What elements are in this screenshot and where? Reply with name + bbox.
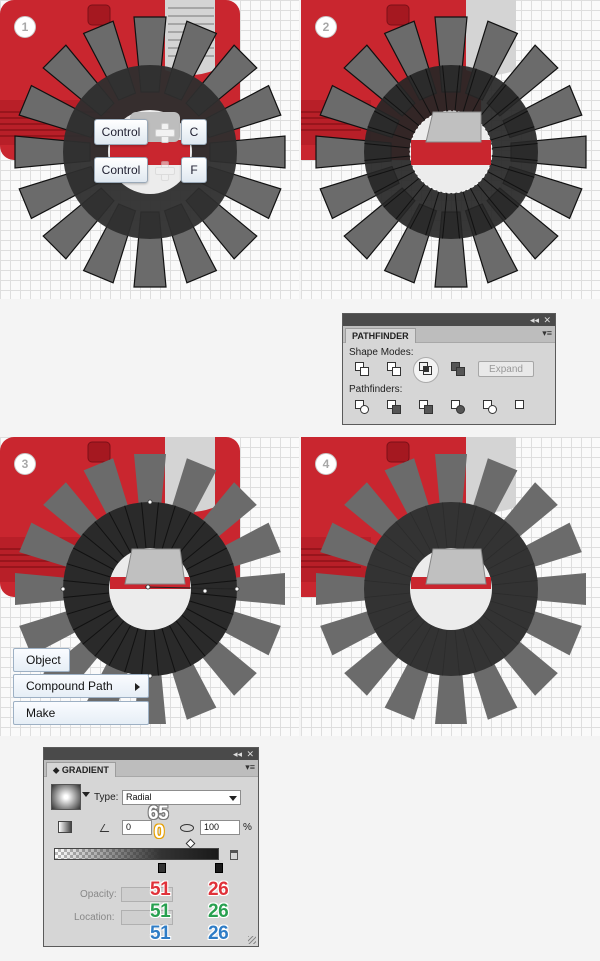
location-label: Location:	[74, 912, 115, 923]
panel-menu-icon[interactable]: ▾≡	[542, 328, 552, 339]
step-2-artwork	[301, 0, 587, 288]
stop2-b-value: 26	[208, 923, 229, 944]
gradient-midpoint-diamond[interactable]	[185, 838, 196, 849]
panel-tabrow: ⬥ GRADIENT ▾≡	[44, 760, 258, 777]
location-annotation-bottom: 0	[154, 822, 165, 843]
aspect-ratio-field[interactable]: 100	[200, 820, 240, 835]
exclude-icon[interactable]	[451, 362, 467, 378]
gradient-stop-1[interactable]	[158, 863, 166, 873]
step-badge: 3	[14, 453, 36, 475]
plus-icon	[153, 121, 175, 143]
minus-back-icon[interactable]	[515, 400, 531, 416]
tab-pathfinder[interactable]: PATHFINDER	[345, 328, 416, 343]
step-badge: 2	[315, 16, 337, 38]
step-badge: 4	[315, 453, 337, 475]
divide-icon[interactable]	[355, 400, 371, 416]
control-key: Control	[94, 119, 148, 145]
trash-icon[interactable]	[230, 850, 238, 860]
menu-item-compound-path[interactable]: Compound Path	[13, 674, 149, 698]
merge-icon[interactable]	[419, 400, 435, 416]
step-2-panel: 2	[301, 0, 600, 299]
trim-icon[interactable]	[387, 400, 403, 416]
shape-modes-label: Shape Modes:	[349, 347, 414, 358]
menu-item-make[interactable]: Make	[13, 701, 149, 725]
resize-grip-icon[interactable]	[248, 936, 256, 944]
intersect-icon[interactable]	[419, 362, 435, 378]
pathfinder-panel: ◂◂ ✕ PATHFINDER ▾≡ Shape Modes: Expand P…	[342, 313, 556, 425]
outline-icon[interactable]	[483, 400, 499, 416]
step-1-artwork	[0, 0, 286, 288]
step-4-artwork	[301, 437, 586, 724]
collapse-icon[interactable]: ◂◂	[530, 314, 539, 326]
step-badge: 1	[14, 16, 36, 38]
percent-sign: %	[243, 822, 252, 833]
minus-front-icon[interactable]	[387, 362, 403, 378]
menu-item-object[interactable]: Object	[13, 648, 70, 672]
aspect-ratio-icon	[180, 824, 194, 832]
stop2-r-value: 26	[208, 879, 229, 900]
type-select[interactable]: Radial	[122, 790, 241, 805]
panel-titlebar: ◂◂ ✕	[44, 748, 258, 760]
f-key: F	[181, 157, 207, 183]
close-icon[interactable]: ✕	[246, 748, 254, 760]
crop-icon[interactable]	[451, 400, 467, 416]
submenu-arrow-icon	[135, 683, 140, 691]
stop1-g-value: 51	[150, 901, 171, 922]
reverse-gradient-icon[interactable]	[58, 821, 72, 833]
stop1-b-value: 51	[150, 923, 171, 944]
stop2-g-value: 26	[208, 901, 229, 922]
plus-icon	[153, 159, 175, 181]
angle-icon	[99, 824, 114, 832]
tab-gradient[interactable]: ⬥ GRADIENT	[46, 762, 116, 777]
collapse-icon[interactable]: ◂◂	[233, 748, 242, 760]
expand-button[interactable]: Expand	[478, 361, 534, 377]
swatch-dropdown-icon[interactable]	[82, 792, 90, 797]
gradient-swatch[interactable]	[51, 784, 81, 810]
step-1-panel: 1 Control C Control F	[0, 0, 299, 299]
chevron-down-icon	[229, 796, 237, 801]
opacity-label: Opacity:	[80, 889, 117, 900]
type-label: Type:	[94, 792, 119, 803]
panel-titlebar: ◂◂ ✕	[343, 314, 555, 326]
control-key: Control	[94, 157, 148, 183]
gradient-slider[interactable]	[54, 848, 219, 860]
close-icon[interactable]: ✕	[543, 314, 551, 326]
gradient-stop-2[interactable]	[215, 863, 223, 873]
step-3-panel: 3 Object Compound Path Make	[0, 437, 299, 736]
unite-icon[interactable]	[355, 362, 371, 378]
stop1-r-value: 51	[150, 879, 171, 900]
panel-menu-icon[interactable]: ▾≡	[245, 762, 255, 773]
pathfinders-label: Pathfinders:	[349, 384, 403, 395]
step-4-panel: 4	[301, 437, 600, 736]
c-key: C	[181, 119, 207, 145]
panel-tabrow: PATHFINDER ▾≡	[343, 326, 555, 343]
